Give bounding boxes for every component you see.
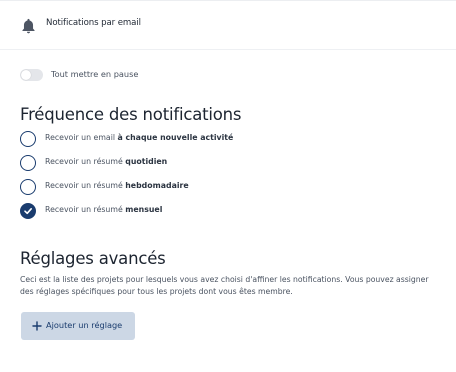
radio-each-activity[interactable]	[20, 131, 36, 147]
header-title: Notifications par email	[46, 18, 141, 28]
section-header: Notifications par email	[0, 0, 456, 50]
option-label: Recevoir un résumé mensuel	[45, 205, 163, 214]
frequency-heading: Fréquence des notifications	[20, 105, 242, 124]
pause-all-toggle[interactable]	[20, 69, 43, 81]
bell-icon	[22, 18, 35, 34]
add-setting-label: Ajouter un réglage	[46, 320, 123, 330]
add-setting-button[interactable]: Ajouter un réglage	[21, 312, 135, 340]
plus-icon	[32, 321, 42, 331]
option-label: Recevoir un résumé quotidien	[45, 157, 168, 166]
advanced-settings-heading: Réglages avancés	[20, 249, 166, 268]
pause-all-label: Tout mettre en pause	[51, 69, 139, 79]
advanced-settings-description: Ceci est la liste des projets pour lesqu…	[20, 275, 429, 296]
radio-monthly[interactable]	[20, 203, 36, 219]
option-label: Recevoir un email à chaque nouvelle acti…	[45, 133, 234, 142]
check-icon	[24, 208, 32, 215]
option-label: Recevoir un résumé hebdomadaire	[45, 181, 189, 190]
toggle-knob	[21, 70, 31, 80]
radio-daily[interactable]	[20, 155, 36, 171]
radio-weekly[interactable]	[20, 179, 36, 195]
